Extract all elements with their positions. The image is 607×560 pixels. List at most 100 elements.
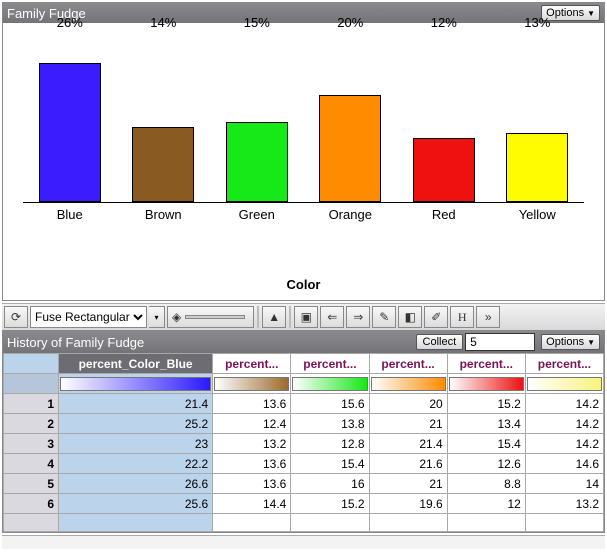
brush-tool[interactable]: ✐ bbox=[424, 306, 448, 328]
forward-icon: ⇒ bbox=[353, 310, 363, 324]
table-row-empty bbox=[4, 514, 604, 532]
bar-brown[interactable]: 14% bbox=[117, 33, 211, 202]
fuse-mode-step[interactable]: ▾ bbox=[149, 306, 165, 328]
cell-green[interactable]: 13.8 bbox=[291, 414, 369, 434]
forward-tool[interactable]: ⇒ bbox=[346, 306, 370, 328]
pencil-tool[interactable]: ✎ bbox=[372, 306, 396, 328]
table-row[interactable]: 121.413.615.62015.214.2 bbox=[4, 394, 604, 414]
cell-red[interactable]: 12 bbox=[447, 494, 525, 514]
bar-red[interactable]: 12% bbox=[397, 33, 491, 202]
cell-blue[interactable]: 26.6 bbox=[59, 474, 213, 494]
cell-blue[interactable]: 25.2 bbox=[59, 414, 213, 434]
column-header-red[interactable]: percent... bbox=[447, 354, 525, 374]
bar-yellow[interactable]: 13% bbox=[491, 33, 585, 202]
collect-input[interactable] bbox=[465, 333, 535, 351]
cell-blue[interactable]: 21.4 bbox=[59, 394, 213, 414]
row-number: 1 bbox=[4, 394, 59, 414]
cell-blue[interactable]: 22.2 bbox=[59, 454, 213, 474]
column-header-brown[interactable]: percent... bbox=[213, 354, 291, 374]
cell-red[interactable]: 15.4 bbox=[447, 434, 525, 454]
back-icon: ⇐ bbox=[327, 310, 337, 324]
cell-blue[interactable]: 25.6 bbox=[59, 494, 213, 514]
cell-orange[interactable]: 20 bbox=[369, 394, 447, 414]
slider-tool[interactable]: ◈ bbox=[167, 306, 254, 328]
bar-percent-label: 13% bbox=[491, 15, 585, 30]
cube-tool[interactable]: ▣ bbox=[294, 306, 318, 328]
table-row[interactable]: 422.213.615.421.612.614.6 bbox=[4, 454, 604, 474]
cell-orange[interactable]: 19.6 bbox=[369, 494, 447, 514]
more-icon: » bbox=[485, 310, 492, 324]
cell-brown[interactable]: 13.6 bbox=[213, 454, 291, 474]
cell-brown[interactable]: 13.2 bbox=[213, 434, 291, 454]
cell-yellow[interactable]: 13.2 bbox=[525, 494, 603, 514]
cell-green[interactable]: 15.6 bbox=[291, 394, 369, 414]
cell-yellow[interactable]: 14.2 bbox=[525, 414, 603, 434]
cube-icon: ▣ bbox=[301, 310, 312, 324]
gradient-swatch-red bbox=[447, 374, 525, 394]
back-tool[interactable]: ⇐ bbox=[320, 306, 344, 328]
bar-category-label: Orange bbox=[304, 207, 398, 222]
column-header-yellow[interactable]: percent... bbox=[525, 354, 603, 374]
bar-rect bbox=[319, 95, 381, 202]
column-header-green[interactable]: percent... bbox=[291, 354, 369, 374]
toolbar-separator bbox=[257, 306, 259, 328]
bar-orange[interactable]: 20% bbox=[304, 33, 398, 202]
cell-yellow[interactable]: 14.2 bbox=[525, 434, 603, 454]
cell-yellow[interactable]: 14.2 bbox=[525, 394, 603, 414]
gradient-swatch-blue bbox=[59, 374, 213, 394]
history-panel-header: History of Family Fudge Collect Options … bbox=[3, 331, 604, 353]
table-row[interactable]: 32313.212.821.415.414.2 bbox=[4, 434, 604, 454]
column-header-orange[interactable]: percent... bbox=[369, 354, 447, 374]
chart-category-labels: BlueBrownGreenOrangeRedYellow bbox=[23, 207, 584, 222]
history-panel-title: History of Family Fudge bbox=[7, 335, 416, 350]
cell-orange[interactable]: 21 bbox=[369, 474, 447, 494]
history-options-button[interactable]: Options ▼ bbox=[541, 334, 600, 350]
cell-orange[interactable]: 21.6 bbox=[369, 454, 447, 474]
cell-red[interactable]: 8.8 bbox=[447, 474, 525, 494]
bar-category-label: Green bbox=[210, 207, 304, 222]
column-header-blue[interactable]: percent_Color_Blue bbox=[59, 354, 213, 374]
cell-red[interactable]: 13.4 bbox=[447, 414, 525, 434]
cell-brown[interactable]: 13.6 bbox=[213, 474, 291, 494]
chevron-down-icon: ▼ bbox=[587, 9, 595, 18]
chart-panel: Family Fudge Options ▼ 26%14%15%20%12%13… bbox=[2, 2, 605, 301]
cell-brown[interactable]: 12.4 bbox=[213, 414, 291, 434]
row-number-header[interactable] bbox=[4, 354, 59, 374]
bar-blue[interactable]: 26% bbox=[23, 33, 117, 202]
gradient-swatch-brown bbox=[213, 374, 291, 394]
fuse-mode-select[interactable]: Fuse Rectangular bbox=[30, 306, 147, 328]
cell-yellow[interactable]: 14 bbox=[525, 474, 603, 494]
cell-brown[interactable]: 13.6 bbox=[213, 394, 291, 414]
pointer-tool[interactable]: ▲ bbox=[262, 306, 286, 328]
cell-orange[interactable]: 21 bbox=[369, 414, 447, 434]
table-row[interactable]: 625.614.415.219.61213.2 bbox=[4, 494, 604, 514]
bar-rect bbox=[413, 138, 475, 202]
cell-green[interactable]: 15.4 bbox=[291, 454, 369, 474]
toolbar-separator bbox=[289, 306, 291, 328]
chart-bars: 26%14%15%20%12%13% bbox=[23, 33, 584, 203]
cell-red[interactable]: 12.6 bbox=[447, 454, 525, 474]
slider-track[interactable] bbox=[185, 315, 245, 319]
collect-button[interactable]: Collect bbox=[416, 334, 464, 350]
cell-green[interactable]: 15.2 bbox=[291, 494, 369, 514]
refresh-button[interactable]: ⟳ bbox=[4, 306, 28, 328]
cell-orange[interactable]: 21.4 bbox=[369, 434, 447, 454]
gradient-swatch-yellow bbox=[525, 374, 603, 394]
more-tools[interactable]: » bbox=[476, 306, 500, 328]
cell-yellow[interactable]: 14.6 bbox=[525, 454, 603, 474]
cell-blue[interactable]: 23 bbox=[59, 434, 213, 454]
row-number: 3 bbox=[4, 434, 59, 454]
table-row[interactable]: 225.212.413.82113.414.2 bbox=[4, 414, 604, 434]
cell-brown[interactable]: 14.4 bbox=[213, 494, 291, 514]
cell-red[interactable]: 15.2 bbox=[447, 394, 525, 414]
bar-green[interactable]: 15% bbox=[210, 33, 304, 202]
eraser-tool[interactable]: ◧ bbox=[398, 306, 422, 328]
bar-percent-label: 14% bbox=[117, 15, 211, 30]
text-icon: H bbox=[458, 310, 467, 325]
table-row[interactable]: 526.613.616218.814 bbox=[4, 474, 604, 494]
row-number: 4 bbox=[4, 454, 59, 474]
cell-green[interactable]: 12.8 bbox=[291, 434, 369, 454]
cell-green[interactable]: 16 bbox=[291, 474, 369, 494]
text-tool[interactable]: H bbox=[450, 306, 474, 328]
swatch-rowhead bbox=[4, 374, 59, 394]
